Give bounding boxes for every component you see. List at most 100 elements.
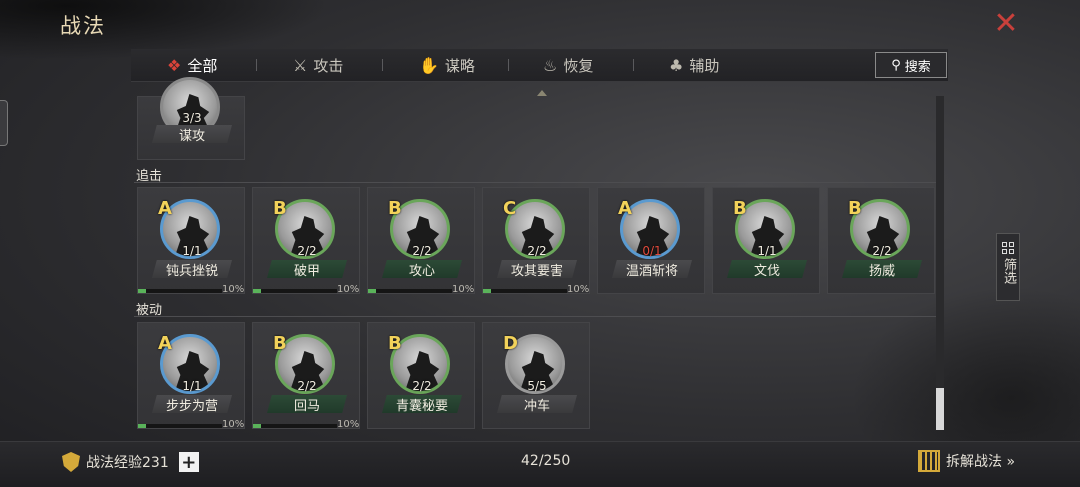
exp-label: 战法经验231 [86,455,169,471]
tab-divider [633,59,634,71]
skill-progress-bar [253,289,337,293]
skill-count: 1/1 [182,244,202,258]
skill-count: 2/2 [412,244,432,258]
side-panel-handle[interactable] [0,100,8,146]
skill-count: 2/2 [872,244,892,258]
skill-grade: A [618,198,632,219]
tab-support[interactable]: ♣ 辅助 [669,49,719,81]
skill-name: 钝兵挫锐 [152,260,232,278]
skill-grade: B [848,198,862,219]
skill-count: 2/2 [527,244,547,258]
section-divider [134,316,942,317]
tab-bar: ❖ 全部 ⚔ 攻击 ✋ 谋略 ♨ 恢复 ♣ 辅助 ⚲ 搜索 [131,49,948,82]
skill-count: 3/3 [182,111,202,125]
disassemble-icon [918,450,940,472]
skill-progress-bar [368,289,452,293]
skill-count: 5/5 [527,379,547,393]
skill-progress-percent: 10% [222,284,245,295]
skill-card[interactable]: A 1/1 步步为营 10% [137,322,245,430]
skill-name: 文伐 [727,260,807,278]
skill-card[interactable]: B 2/2 回马 10% [252,322,360,430]
skill-count: 0/1 [642,244,662,258]
tab-divider [382,59,383,71]
tab-label: 全部 [187,56,218,75]
skill-card[interactable]: B 2/2 破甲 10% [252,187,360,295]
scroll-icon: ❖ [167,55,182,75]
tab-label: 辅助 [689,56,720,75]
support-bag-icon: ♣ [669,55,684,75]
skill-grade: C [503,198,517,219]
skill-card[interactable]: B 2/2 攻心 10% [367,187,475,295]
tab-label: 恢复 [563,56,594,75]
skill-progress-percent: 10% [337,419,360,430]
skill-grade: B [388,198,402,219]
search-button[interactable]: ⚲ 搜索 [875,52,947,78]
search-label: 搜索 [904,59,931,75]
skill-progress-bar [253,424,337,428]
skill-name: 青囊秘要 [382,395,462,413]
skill-count: 2/2 [412,379,432,393]
skill-progress-percent: 10% [452,284,475,295]
tab-strategy[interactable]: ✋ 谋略 [419,49,475,81]
skill-progress-bar [138,424,222,428]
skill-grade: A [158,198,172,219]
skill-card[interactable]: A 0/1 温酒斩将 [597,187,705,294]
skill-card[interactable]: A 1/1 钝兵挫锐 10% [137,187,245,295]
skill-count: 2/2 [297,244,317,258]
skill-name: 攻其要害 [497,260,577,278]
ink-decoration [850,286,1080,446]
crossed-swords-icon: ⚔ [293,55,308,75]
skill-name: 冲车 [497,395,577,413]
tab-label: 谋略 [444,56,475,75]
skill-name: 步步为营 [152,395,232,413]
skill-progress-bar [138,289,222,293]
skill-name: 温酒斩将 [612,260,692,278]
scrollbar-thumb[interactable] [936,388,944,430]
heal-pot-icon: ♨ [543,55,558,75]
skill-card[interactable]: B 2/2 青囊秘要 [367,322,475,429]
skill-card[interactable]: B 2/2 扬威 [827,187,935,294]
skill-grade: B [733,198,747,219]
section-divider [134,182,942,183]
tab-attack[interactable]: ⚔ 攻击 [293,49,343,81]
skill-name: 回马 [267,395,347,413]
skill-card[interactable]: D 5/5 冲车 [482,322,590,429]
tab-divider [256,59,257,71]
skill-count: 2/2 [297,379,317,393]
skill-slot-count: 42/250 [521,453,571,469]
skill-progress-bar [483,289,567,293]
skill-card[interactable]: 3/3 谋攻 [137,77,245,160]
skill-count: 1/1 [757,244,777,258]
tab-label: 攻击 [313,56,344,75]
skill-progress-percent: 10% [567,284,590,295]
tab-heal[interactable]: ♨ 恢复 [543,49,593,81]
filter-grid-icon [1002,242,1014,254]
search-icon: ⚲ [891,57,901,73]
skill-card[interactable]: B 1/1 文伐 [712,187,820,294]
skill-grade: D [503,333,518,354]
filter-label: 筛选 [1001,258,1016,284]
skill-progress-percent: 10% [337,284,360,295]
scroll-up-indicator [537,90,547,96]
skill-name: 谋攻 [152,125,232,143]
skill-grade: B [273,333,287,354]
skill-grade: B [388,333,402,354]
add-exp-button[interactable]: + [178,452,199,473]
skill-name: 扬威 [842,260,922,278]
close-icon[interactable]: ✕ [990,8,1022,40]
skill-name: 破甲 [267,260,347,278]
strategy-hand-icon: ✋ [419,55,439,75]
skill-grade: A [158,333,172,354]
skill-exp: 战法经验231 + [62,452,199,473]
skill-progress-percent: 10% [222,419,245,430]
disassemble-label: 拆解战法 » [946,454,1016,470]
filter-button[interactable]: 筛选 [996,233,1020,301]
skill-name: 攻心 [382,260,462,278]
tab-divider [508,59,509,71]
page-title: 战法 [60,14,106,38]
footer-bar: 战法经验231 + 42/250 拆解战法 » [0,441,1080,487]
scrollbar-track[interactable] [936,96,944,430]
skill-card[interactable]: C 2/2 攻其要害 10% [482,187,590,295]
disassemble-button[interactable]: 拆解战法 » [918,450,1015,472]
skill-grade: B [273,198,287,219]
